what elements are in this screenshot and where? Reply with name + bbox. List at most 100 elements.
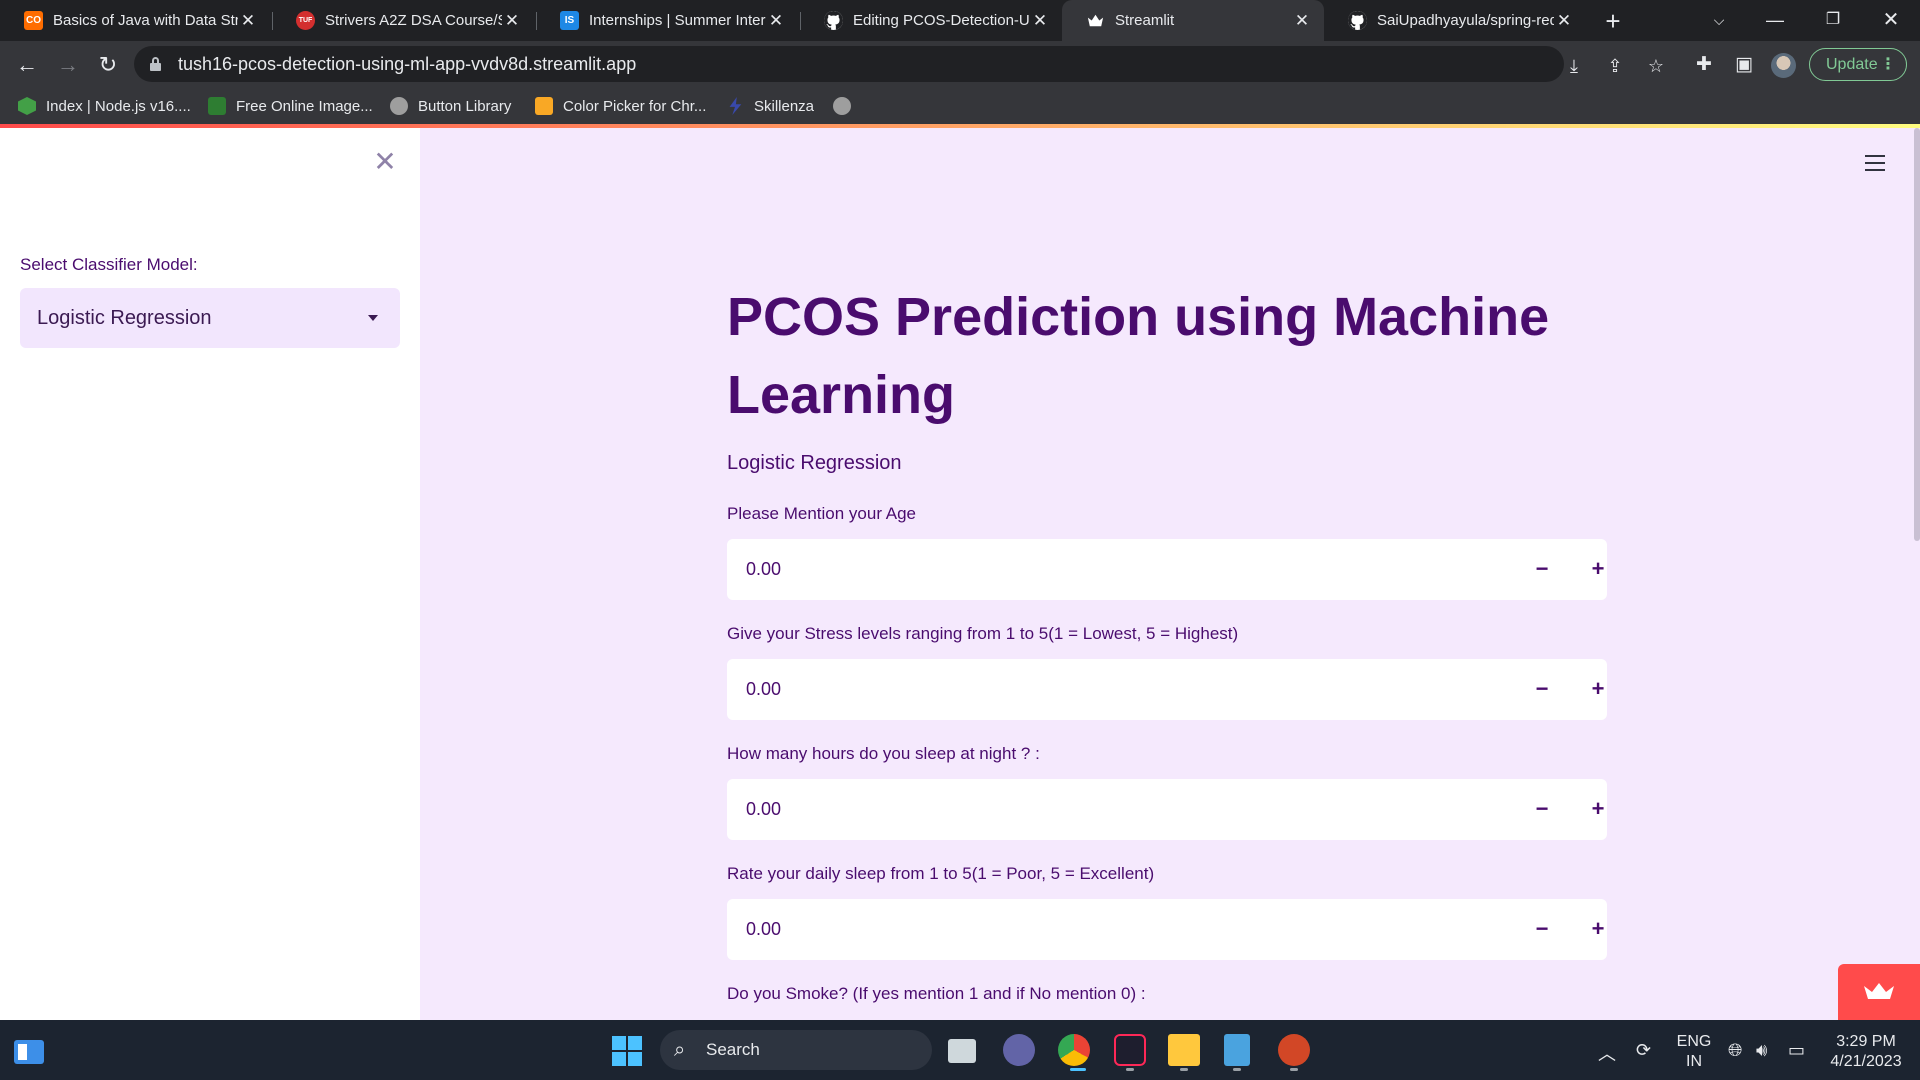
widgets-icon[interactable] bbox=[14, 1040, 44, 1064]
share-icon[interactable]: ⇪ bbox=[1604, 55, 1626, 77]
teams-chat-icon[interactable] bbox=[1003, 1034, 1035, 1066]
browser-tab[interactable]: Editing PCOS-Detection-Us ✕ bbox=[800, 0, 1062, 41]
file-explorer-icon[interactable] bbox=[1168, 1034, 1200, 1066]
bookmark-item[interactable]: Free Online Image... bbox=[208, 88, 373, 124]
network-globe-icon[interactable]: 🌐︎ bbox=[1728, 1040, 1742, 1061]
start-button[interactable] bbox=[612, 1036, 642, 1066]
age-label: Please Mention your Age bbox=[727, 504, 917, 523]
close-tab-icon[interactable]: ✕ bbox=[766, 11, 786, 31]
close-tab-icon[interactable]: ✕ bbox=[1030, 11, 1050, 31]
smoke-label: Do you Smoke? (If yes mention 1 and if N… bbox=[727, 984, 1146, 1003]
color-picker-icon bbox=[535, 97, 553, 115]
model-name-text: Logistic Regression bbox=[727, 452, 902, 474]
increment-button[interactable]: + bbox=[1583, 555, 1613, 585]
bookmark-label: Free Online Image... bbox=[236, 97, 373, 115]
reload-icon[interactable]: ↻ bbox=[92, 49, 124, 81]
decrement-button[interactable]: − bbox=[1527, 675, 1557, 705]
scrollbar[interactable] bbox=[1914, 128, 1920, 541]
globe-icon bbox=[390, 97, 408, 115]
browser-tab[interactable]: TUF Strivers A2Z DSA Course/Sh ✕ bbox=[272, 0, 534, 41]
language-indicator[interactable]: ENG IN bbox=[1676, 1032, 1712, 1072]
bookmark-star-icon[interactable]: ☆ bbox=[1645, 55, 1667, 77]
close-tab-icon[interactable]: ✕ bbox=[502, 11, 522, 31]
bookmark-item[interactable] bbox=[833, 88, 861, 124]
sync-icon[interactable]: ⟳ bbox=[1636, 1040, 1651, 1061]
close-tab-icon[interactable]: ✕ bbox=[238, 11, 258, 31]
notepad-icon[interactable] bbox=[1224, 1034, 1250, 1066]
bookmarks-bar: Index | Node.js v16.... Free Online Imag… bbox=[0, 88, 1920, 124]
bookmark-label: Skillenza bbox=[754, 97, 815, 115]
decrement-button[interactable]: − bbox=[1527, 555, 1557, 585]
minimize-window-button[interactable]: — bbox=[1750, 0, 1800, 41]
sleep-rating-number-input[interactable]: 0.00 − + bbox=[727, 899, 1607, 960]
tab-title: Internships | Summer Intern bbox=[589, 12, 766, 29]
windows-logo-tile bbox=[612, 1036, 626, 1050]
browser-tab[interactable]: CO Basics of Java with Data Str ✕ bbox=[0, 0, 270, 41]
profile-avatar[interactable] bbox=[1771, 53, 1796, 78]
classifier-select[interactable]: Logistic Regression bbox=[20, 288, 400, 348]
lock-icon[interactable] bbox=[150, 57, 161, 71]
taskbar-search[interactable]: ⌕ Search bbox=[660, 1030, 932, 1070]
bookmark-item[interactable]: Button Library bbox=[390, 88, 511, 124]
battery-icon[interactable]: ▭ bbox=[1788, 1040, 1805, 1061]
url-text[interactable]: tush16-pcos-detection-using-ml-app-vvdv8… bbox=[178, 46, 636, 82]
browser-tab-active[interactable]: Streamlit ✕ bbox=[1062, 0, 1324, 41]
bookmark-item[interactable]: Color Picker for Chr... bbox=[535, 88, 706, 124]
sleep-hours-value[interactable]: 0.00 bbox=[746, 779, 781, 840]
browser-tab[interactable]: IS Internships | Summer Intern ✕ bbox=[536, 0, 798, 41]
open-app-indicator bbox=[1126, 1068, 1134, 1071]
back-arrow-icon[interactable]: ← bbox=[11, 49, 43, 81]
tab-search-chevron-down-icon[interactable]: ⌵ bbox=[1694, 0, 1744, 41]
windows-logo-tile bbox=[628, 1052, 642, 1066]
new-tab-button[interactable]: + bbox=[1598, 6, 1628, 36]
stress-value[interactable]: 0.00 bbox=[746, 659, 781, 720]
age-value[interactable]: 0.00 bbox=[746, 539, 781, 600]
decrement-button[interactable]: − bbox=[1527, 915, 1557, 945]
browser-tab[interactable]: SaiUpadhyayula/spring-red ✕ bbox=[1324, 0, 1586, 41]
install-app-icon[interactable]: ⤓ bbox=[1563, 55, 1585, 77]
close-sidebar-icon[interactable]: ✕ bbox=[373, 148, 397, 176]
codingninjas-favicon-icon: CO bbox=[24, 11, 43, 30]
restore-window-button[interactable]: ❐ bbox=[1808, 0, 1858, 41]
skillenza-icon bbox=[729, 97, 742, 115]
main-menu-icon[interactable] bbox=[1865, 155, 1885, 171]
search-icon: ⌕ bbox=[674, 1039, 686, 1061]
side-panel-icon[interactable]: ▣ bbox=[1732, 53, 1756, 77]
main-content: PCOS Prediction using Machine Learning L… bbox=[420, 128, 1920, 1020]
forward-arrow-icon[interactable]: → bbox=[52, 49, 84, 81]
task-view-icon[interactable] bbox=[948, 1039, 976, 1063]
bookmark-item[interactable]: Index | Node.js v16.... bbox=[18, 88, 191, 124]
chrome-icon[interactable] bbox=[1058, 1034, 1090, 1066]
show-hidden-icons-chevron-up-icon[interactable]: ︿ bbox=[1598, 1040, 1616, 1066]
update-button-label: Update bbox=[1826, 56, 1878, 73]
sleep-rating-value[interactable]: 0.00 bbox=[746, 899, 781, 960]
clock-date: 4/21/2023 bbox=[1830, 1053, 1902, 1070]
streamlit-badge[interactable] bbox=[1838, 964, 1920, 1020]
address-bar[interactable]: tush16-pcos-detection-using-ml-app-vvdv8… bbox=[134, 46, 1664, 82]
powerpoint-icon[interactable] bbox=[1278, 1034, 1310, 1066]
increment-button[interactable]: + bbox=[1583, 915, 1613, 945]
close-tab-icon[interactable]: ✕ bbox=[1554, 11, 1574, 31]
close-window-button[interactable]: ✕ bbox=[1866, 0, 1916, 41]
more-options-icon[interactable]: ⋮ bbox=[1880, 49, 1896, 80]
decrement-button[interactable]: − bbox=[1527, 795, 1557, 825]
volume-icon[interactable]: 🔊︎ bbox=[1756, 1040, 1767, 1061]
tab-title: SaiUpadhyayula/spring-red bbox=[1377, 12, 1554, 29]
chevron-down-icon bbox=[368, 315, 378, 321]
tab-title: Strivers A2Z DSA Course/Sh bbox=[325, 12, 502, 29]
sleep-hours-number-input[interactable]: 0.00 − + bbox=[727, 779, 1607, 840]
clock[interactable]: 3:29 PM 4/21/2023 bbox=[1826, 1032, 1906, 1072]
increment-button[interactable]: + bbox=[1583, 675, 1613, 705]
classifier-selected-value: Logistic Regression bbox=[37, 307, 212, 329]
sleep-rating-label: Rate your daily sleep from 1 to 5(1 = Po… bbox=[727, 864, 1155, 883]
extensions-puzzle-icon[interactable]: ✚ bbox=[1692, 53, 1716, 77]
update-button[interactable]: Update ⋮ bbox=[1809, 48, 1907, 81]
intellij-icon[interactable] bbox=[1114, 1034, 1146, 1066]
active-app-indicator bbox=[1070, 1068, 1086, 1071]
stress-number-input[interactable]: 0.00 − + bbox=[727, 659, 1607, 720]
increment-button[interactable]: + bbox=[1583, 795, 1613, 825]
tab-title: Editing PCOS-Detection-Us bbox=[853, 12, 1030, 29]
close-tab-icon[interactable]: ✕ bbox=[1292, 11, 1312, 31]
age-number-input[interactable]: 0.00 − + bbox=[727, 539, 1607, 600]
bookmark-item[interactable]: Skillenza bbox=[726, 88, 814, 124]
